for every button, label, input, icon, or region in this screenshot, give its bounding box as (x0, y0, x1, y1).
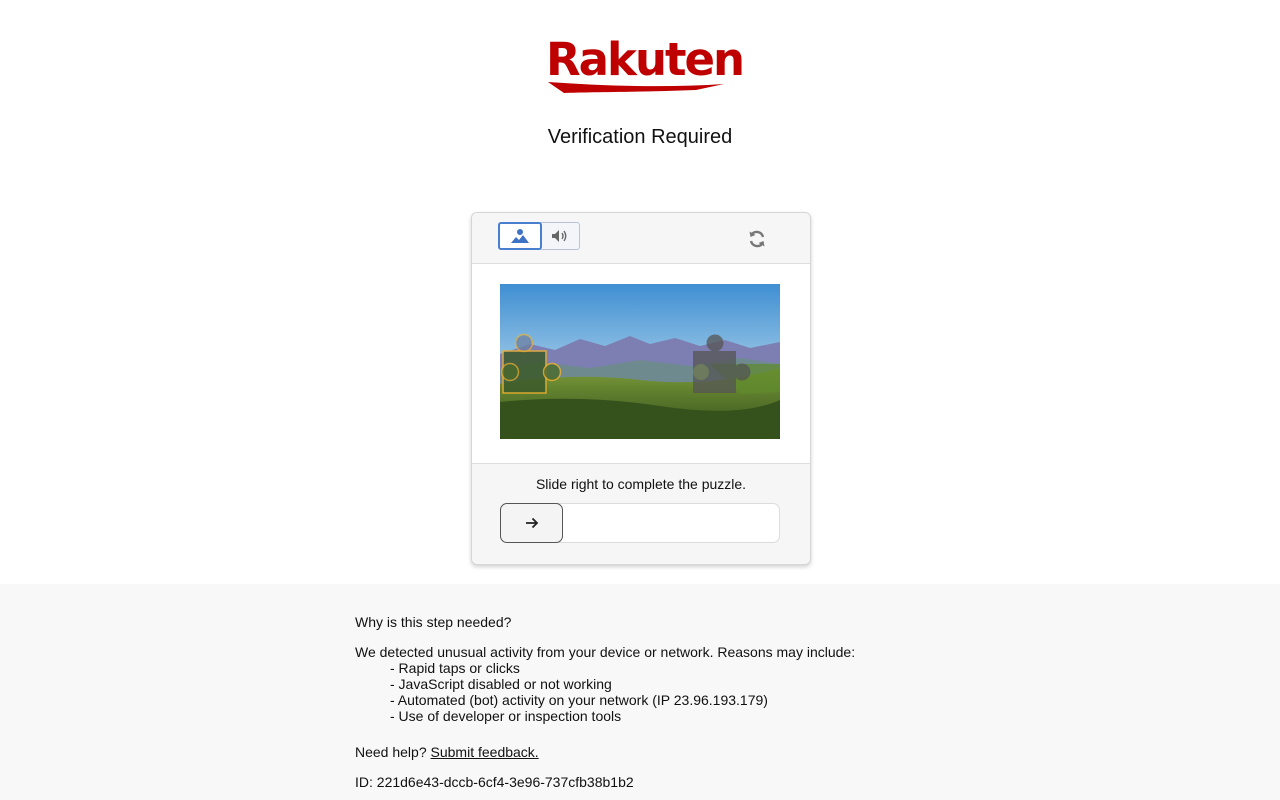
refresh-icon[interactable] (747, 229, 767, 249)
reasons-list: - Rapid taps or clicks - JavaScript disa… (390, 660, 768, 724)
puzzle-area (472, 264, 810, 464)
why-question: Why is this step needed? (355, 614, 512, 630)
logo-swoosh (548, 82, 724, 93)
list-item: - Automated (bot) activity on your netwo… (390, 692, 768, 708)
list-item: - Use of developer or inspection tools (390, 708, 622, 724)
help-line: Need help? Submit feedback. (355, 744, 539, 760)
image-icon (511, 229, 529, 243)
slider-handle[interactable] (500, 503, 563, 543)
audio-mode-button[interactable] (540, 222, 580, 250)
captcha-toolbar (472, 213, 810, 264)
list-item: - Rapid taps or clicks (390, 660, 520, 676)
submit-feedback-link[interactable]: Submit feedback. (431, 744, 539, 760)
image-mode-button[interactable] (498, 222, 542, 250)
puzzle-instruction: Slide right to complete the puzzle. (535, 476, 747, 492)
request-id: ID: 221d6e43-dccb-6cf4-3e96-737cfb38b1b2 (355, 774, 634, 790)
list-item: - JavaScript disabled or not working (390, 676, 612, 692)
speaker-icon (552, 230, 567, 242)
captcha-widget: Slide right to complete the puzzle. (471, 212, 811, 565)
puzzle-image (500, 284, 780, 439)
help-prefix: Need help? (355, 744, 431, 760)
rakuten-logo: Rakuten (546, 33, 745, 96)
detection-message: We detected unusual activity from your d… (355, 644, 856, 660)
page-title: Verification Required (547, 126, 733, 148)
arrow-right-icon (525, 517, 538, 529)
info-section: Why is this step needed? We detected unu… (0, 584, 1280, 800)
